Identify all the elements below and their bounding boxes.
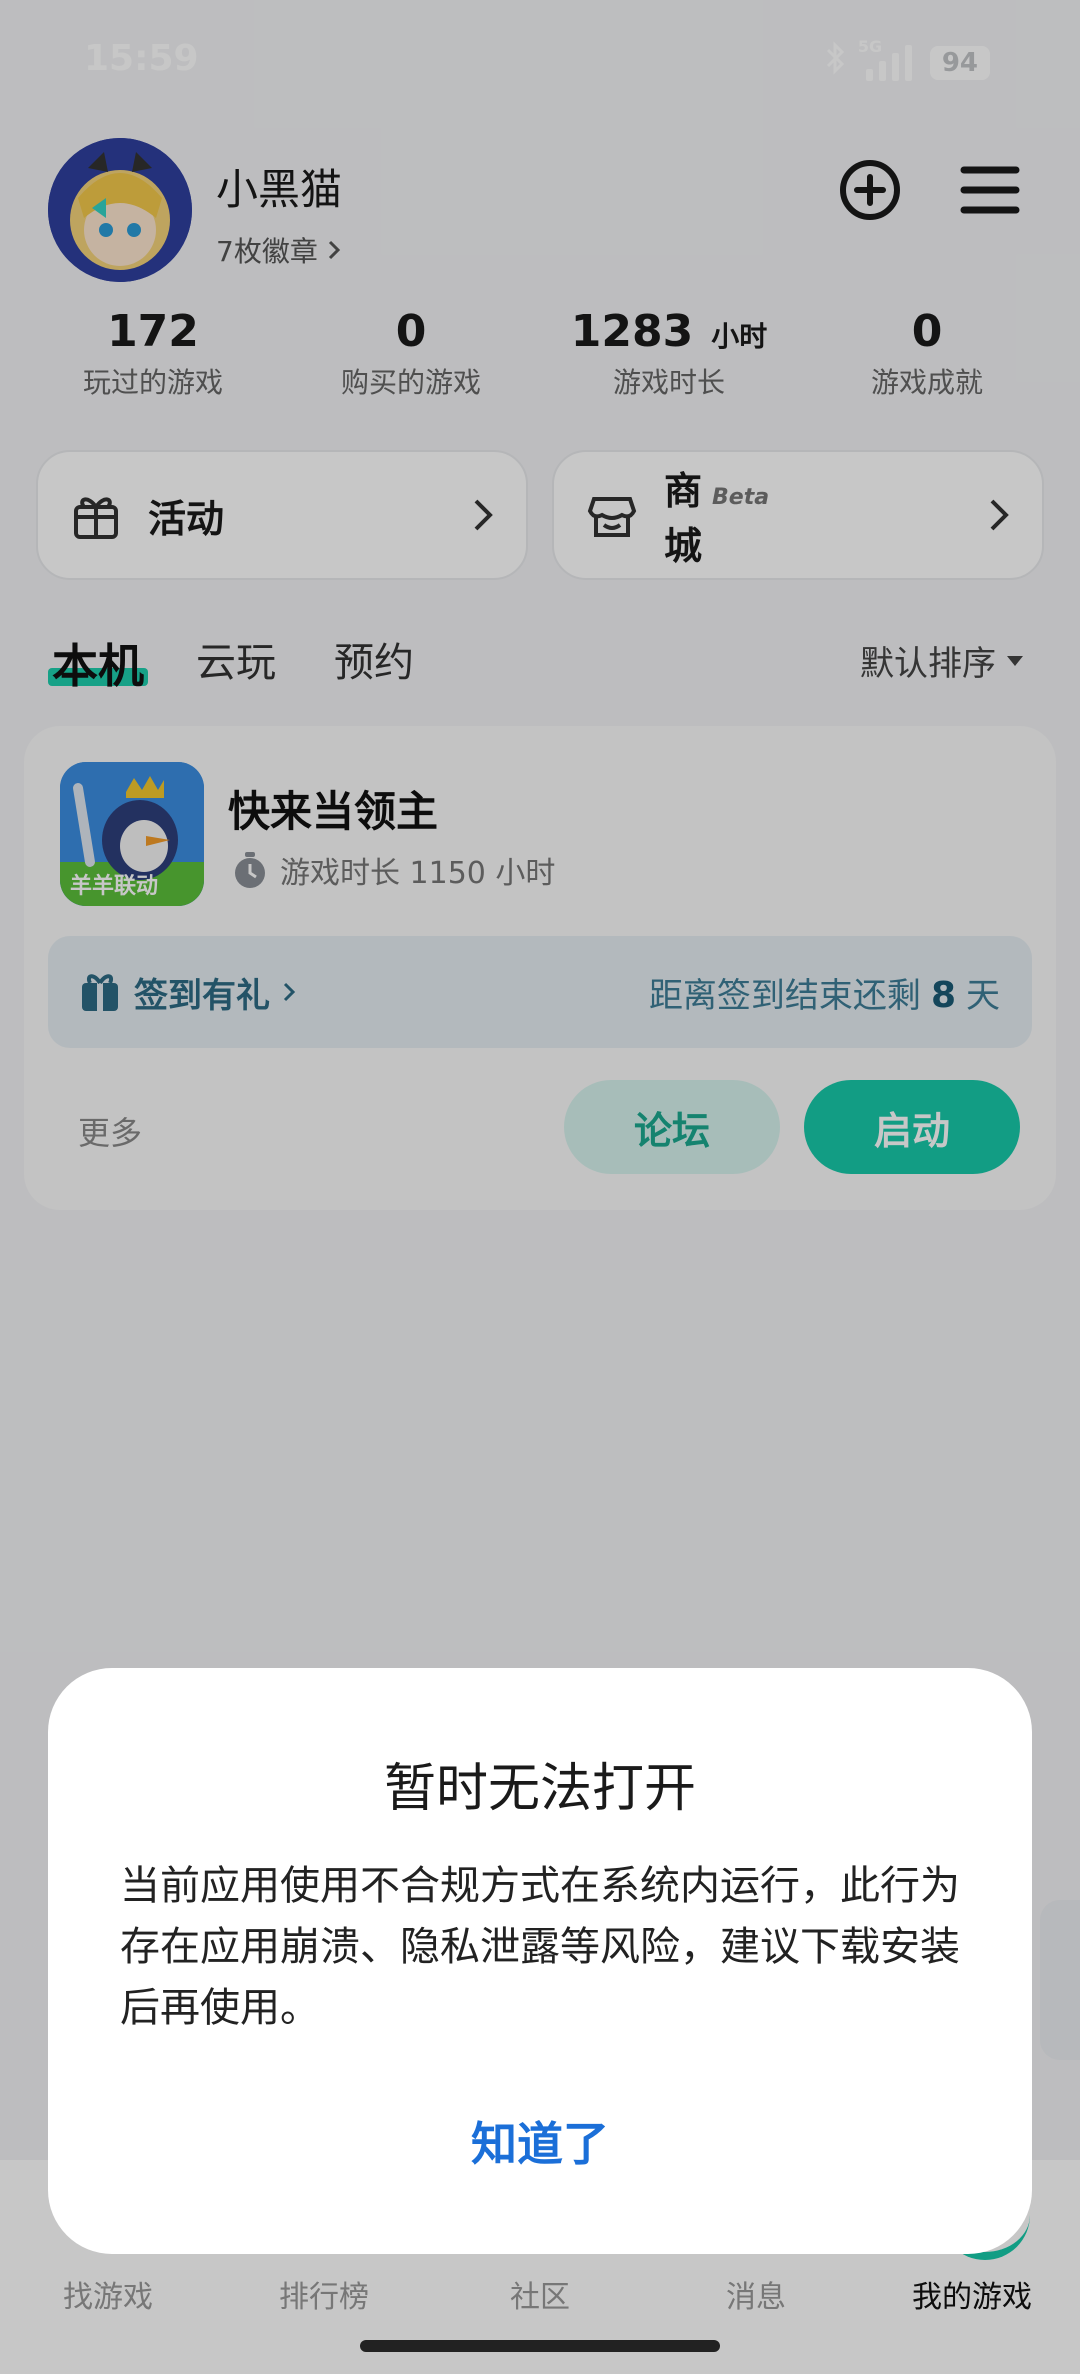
home-indicator[interactable] [360, 2340, 720, 2352]
dialog-title: 暂时无法打开 [383, 1759, 696, 1819]
floating-edge-tab[interactable] [1040, 1900, 1080, 2060]
dialog-confirm-button[interactable]: 知道了 [48, 2108, 1032, 2174]
dialog-message: 当前应用使用不合规方式在系统内运行，此行为存在应用崩溃、隐私泄露等风险，建议下载… [120, 1863, 960, 2031]
